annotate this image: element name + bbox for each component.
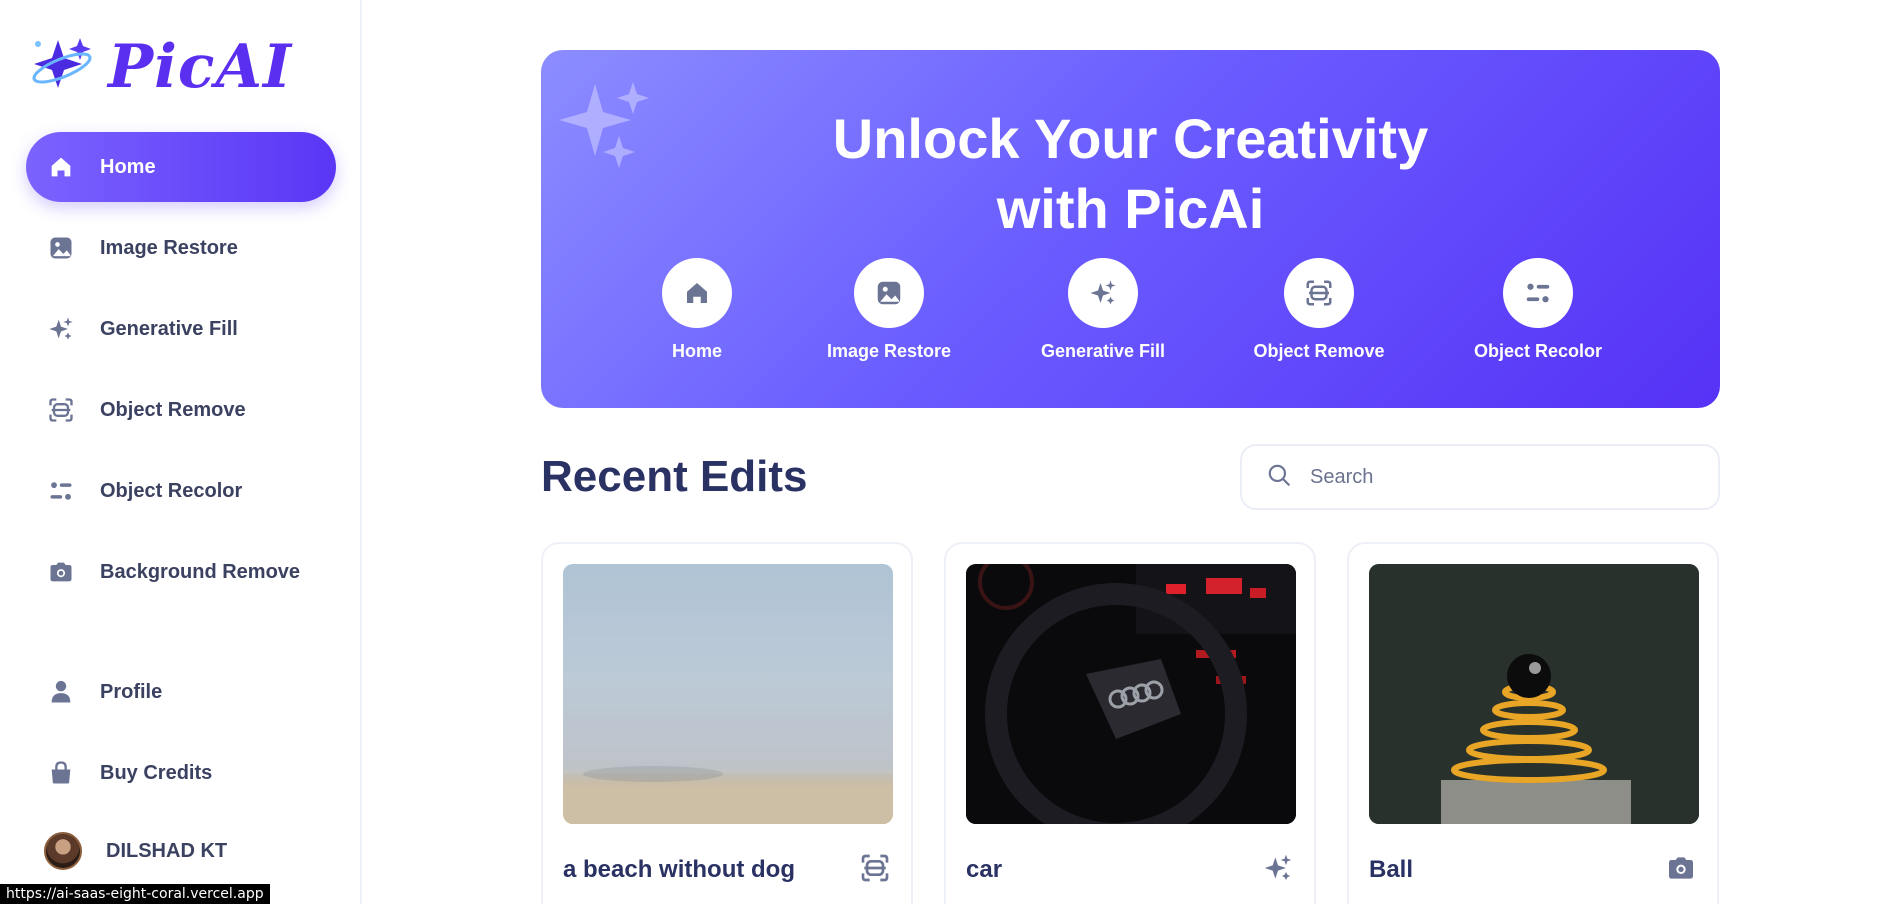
user-icon <box>46 677 76 707</box>
sidebar-item-label: Generative Fill <box>100 317 238 340</box>
search-icon <box>1266 462 1292 493</box>
recent-edit-card[interactable]: Ball <box>1347 542 1719 904</box>
logo-sparkles-icon <box>28 34 98 101</box>
card-image[interactable] <box>1369 564 1699 824</box>
sparkles-icon[interactable] <box>1068 258 1138 328</box>
app-root: PicAI Home Image Restore Generative Fill <box>0 0 1895 904</box>
sidebar-item-image-restore[interactable]: Image Restore <box>26 213 336 283</box>
car-interior-image <box>966 564 1296 824</box>
sidebar-item-label: Object Remove <box>100 398 246 421</box>
hero-tool-label: Image Restore <box>826 341 952 361</box>
card-title: Ball <box>1369 856 1414 883</box>
sparkles-icon[interactable] <box>1262 852 1294 884</box>
sidebar-item-label: Profile <box>100 680 163 703</box>
camera-icon[interactable] <box>1665 852 1697 884</box>
home-icon[interactable] <box>662 258 732 328</box>
filter-icon[interactable] <box>1503 258 1573 328</box>
hero-tool-generative-fill[interactable]: Generative Fill <box>1003 258 1203 362</box>
user-profile[interactable]: DILSHAD KT <box>44 832 227 870</box>
sidebar-item-home[interactable]: Home <box>26 132 336 202</box>
recent-edit-card[interactable]: car <box>944 542 1316 904</box>
search-bar[interactable] <box>1240 444 1720 510</box>
sidebar-item-label: Buy Credits <box>100 761 213 784</box>
sidebar-item-label: Home <box>100 155 156 178</box>
hero-tool-label: Home <box>671 341 722 361</box>
image-icon <box>46 233 76 263</box>
hero-tool-home[interactable]: Home <box>597 258 797 362</box>
hero-title-line-1: Unlock Your Creativity <box>832 107 1429 170</box>
hero-tool-object-remove[interactable]: Object Remove <box>1219 258 1419 362</box>
ball-spring-image <box>1369 564 1699 824</box>
hero-title: Unlock Your Creativity with PicAi <box>541 104 1720 244</box>
hero-tool-object-recolor[interactable]: Object Recolor <box>1438 258 1638 362</box>
scan-icon <box>46 395 76 425</box>
beach-image <box>563 564 893 824</box>
bag-icon <box>46 758 76 788</box>
sidebar-item-label: Image Restore <box>100 236 238 259</box>
hero-title-line-2: with PicAi <box>996 177 1265 240</box>
scan-icon[interactable] <box>1284 258 1354 328</box>
user-name: DILSHAD KT <box>106 839 228 862</box>
sidebar-item-generative-fill[interactable]: Generative Fill <box>26 294 336 364</box>
search-input[interactable] <box>1310 465 1690 489</box>
sidebar-item-object-remove[interactable]: Object Remove <box>26 375 336 445</box>
sidebar-item-background-remove[interactable]: Background Remove <box>26 537 336 607</box>
card-image[interactable] <box>563 564 893 824</box>
sparkles-icon <box>46 314 76 344</box>
hero-tool-image-restore[interactable]: Image Restore <box>789 258 989 362</box>
scan-icon[interactable] <box>859 852 891 884</box>
sidebar: PicAI Home Image Restore Generative Fill <box>0 0 362 904</box>
camera-icon <box>46 557 76 587</box>
sidebar-item-label: Background Remove <box>100 560 301 583</box>
sidebar-item-label: Object Recolor <box>100 479 243 502</box>
card-image[interactable] <box>966 564 1296 824</box>
sidebar-item-buy-credits[interactable]: Buy Credits <box>26 738 336 808</box>
image-icon[interactable] <box>854 258 924 328</box>
hero-tool-label: Generative Fill <box>1040 341 1166 361</box>
avatar[interactable] <box>44 832 82 870</box>
card-title: a beach without dog <box>563 856 795 883</box>
filter-icon <box>46 476 76 506</box>
hero-tool-label: Object Remove <box>1253 341 1385 361</box>
home-icon <box>46 152 76 182</box>
status-bar-url: https://ai-saas-eight-coral.vercel.app <box>0 884 270 904</box>
card-title: car <box>966 856 1003 883</box>
hero-banner: Unlock Your Creativity with PicAi Home I… <box>541 50 1720 408</box>
sidebar-item-profile[interactable]: Profile <box>26 657 336 727</box>
sidebar-item-object-recolor[interactable]: Object Recolor <box>26 456 336 526</box>
recent-edit-card[interactable]: a beach without dog <box>541 542 913 904</box>
recent-edits-title: Recent Edits <box>541 452 808 501</box>
hero-tool-label: Object Recolor <box>1473 341 1603 361</box>
logo-text: PicAI <box>108 32 293 102</box>
logo[interactable]: PicAI <box>28 32 292 102</box>
